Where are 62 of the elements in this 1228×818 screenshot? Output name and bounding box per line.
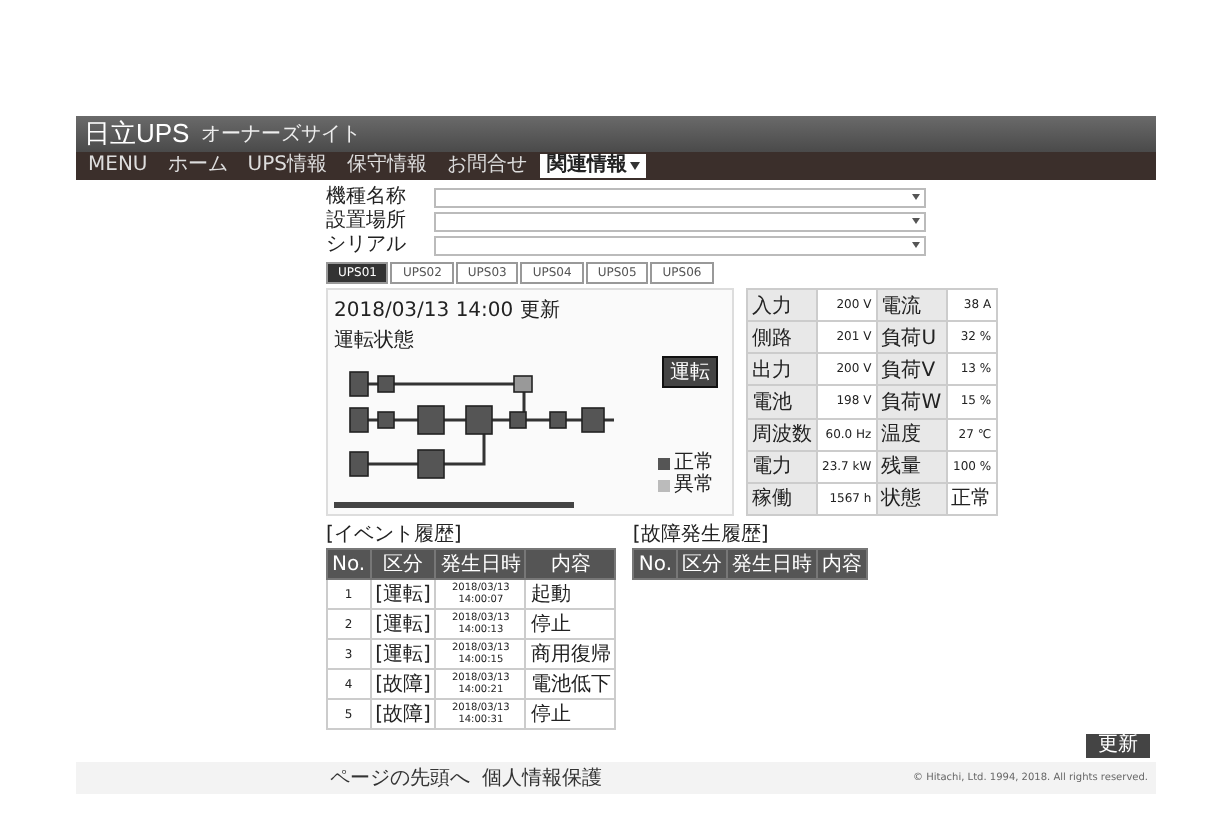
field-label: シリアル [326,234,408,256]
table-cell: 停止 [525,699,616,729]
table-cell: 負荷V [876,353,947,386]
table-cell: 稼働 [747,482,817,515]
table-cell: 入力 [747,289,817,322]
table-cell: 残量 [876,450,947,483]
section-title: [故障発生履歴] [632,524,771,548]
column-header: 発生日時 [727,549,818,579]
table-cell: 負荷U [876,321,947,354]
field-label: 設置場所 [326,210,408,232]
table-cell: [運転] [370,579,436,609]
panel-caption: 運転状態 [334,327,416,354]
column-header: No. [633,549,678,579]
table-cell: [故障] [370,699,436,729]
site-subtitle: オーナーズサイト [201,122,362,148]
table-cell: 起動 [525,579,616,609]
caret-icon [912,242,920,248]
legend-label: 正常 [674,452,714,474]
footer-link[interactable]: 個人情報保護 [482,764,602,792]
legend-label: 異常 [674,474,714,496]
nav-item[interactable]: MENU [82,154,154,178]
nav-item[interactable]: 保守情報 [340,154,433,178]
table-cell: 周波数 [747,418,817,451]
dropdown-field[interactable] [434,211,926,231]
site-logo[interactable]: 日立UPS [84,116,190,152]
dropdown-field[interactable] [434,235,926,255]
nav-item[interactable]: お問合せ [440,154,533,178]
column-header: 区分 [370,549,436,579]
scroll-bar[interactable] [334,502,574,508]
update-time: 2018/03/13 14:00 更新 [334,297,562,324]
table-cell: [運転] [370,609,436,639]
column-header: 区分 [677,549,728,579]
table-cell: 正常 [946,482,997,515]
table-cell: 電力 [747,450,817,483]
column-header: 発生日時 [435,549,526,579]
nav-item[interactable]: UPS情報 [241,154,333,178]
caret-icon [912,194,920,200]
nav-item[interactable]: 関連情報 [540,154,647,178]
table-cell: 電池低下 [525,669,616,699]
table-cell: 温度 [876,418,947,451]
section-title: [イベント履歴] [326,524,464,548]
table-cell: [運転] [370,639,436,669]
table-cell: 電池 [747,385,817,419]
table-cell: 負荷W [876,385,947,419]
table-cell: 商用復帰 [525,639,616,669]
footer-link[interactable]: ページの先頭へ [330,764,470,792]
nav-item[interactable]: ホーム [161,154,234,178]
status-badge: 運転 [662,356,718,388]
table-cell: [故障] [370,669,436,699]
table-cell: 電流 [876,289,947,322]
table-cell: 側路 [747,321,817,354]
column-header: No. [327,549,371,579]
field-label: 機種名称 [326,186,408,208]
caret-icon [912,218,920,224]
dropdown-field[interactable] [434,187,926,207]
column-header: 内容 [817,549,868,579]
caret-icon [630,162,641,170]
table-cell: 状態 [876,482,947,515]
update-button[interactable]: 更新 [1086,734,1150,758]
column-header: 内容 [525,549,616,579]
table-cell: 停止 [525,609,616,639]
table-cell: 出力 [747,353,817,386]
